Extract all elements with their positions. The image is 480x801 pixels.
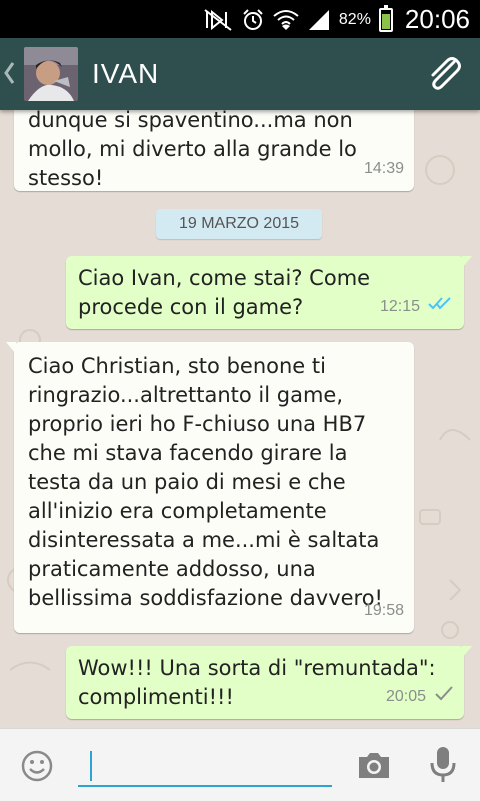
- chat-header: IVAN: [0, 38, 480, 110]
- message-time: 14:39: [363, 160, 404, 177]
- wifi-icon: [273, 8, 299, 32]
- message-text: Ciao Christian, sto benone ti ringrazio.…: [28, 354, 383, 610]
- battery-icon: [378, 4, 393, 32]
- message-bubble-outgoing[interactable]: Wow!!! Una sorta di "remuntada": complim…: [66, 646, 472, 719]
- camera-icon[interactable]: [356, 749, 392, 785]
- double-check-read-icon: [428, 292, 454, 321]
- message-input[interactable]: [78, 747, 332, 787]
- emoji-icon[interactable]: [20, 749, 54, 787]
- battery-percent: 82%: [338, 10, 371, 28]
- clock: 20:06: [404, 4, 470, 34]
- contact-name[interactable]: IVAN: [92, 58, 159, 90]
- avatar[interactable]: [24, 47, 78, 101]
- composer-bar: [0, 728, 480, 801]
- message-text: dunque si spaventino...ma non mollo, mi …: [28, 110, 357, 190]
- paperclip-icon[interactable]: [424, 54, 464, 98]
- text-cursor: [90, 751, 92, 781]
- mute-icon: [203, 8, 233, 32]
- message-time: 20:05: [385, 688, 426, 705]
- message-bubble-incoming[interactable]: Ciao Christian, sto benone ti ringrazio.…: [6, 342, 414, 633]
- check-sent-icon: [434, 682, 454, 711]
- message-time: 19:58: [363, 602, 404, 619]
- message-bubble-incoming[interactable]: dunque si spaventino...ma non mollo, mi …: [14, 110, 414, 191]
- date-divider: 19 MARZO 2015: [156, 209, 322, 239]
- message-bubble-outgoing[interactable]: Ciao Ivan, come stai? Come procede con i…: [66, 256, 472, 329]
- back-chevron-icon[interactable]: [2, 60, 16, 90]
- message-time: 12:15: [379, 298, 420, 315]
- alarm-icon: [241, 8, 265, 32]
- signal-icon: [307, 8, 331, 32]
- status-bar: 82% 20:06: [0, 0, 480, 38]
- microphone-icon[interactable]: [428, 745, 458, 789]
- chat-area[interactable]: dunque si spaventino...ma non mollo, mi …: [0, 110, 480, 728]
